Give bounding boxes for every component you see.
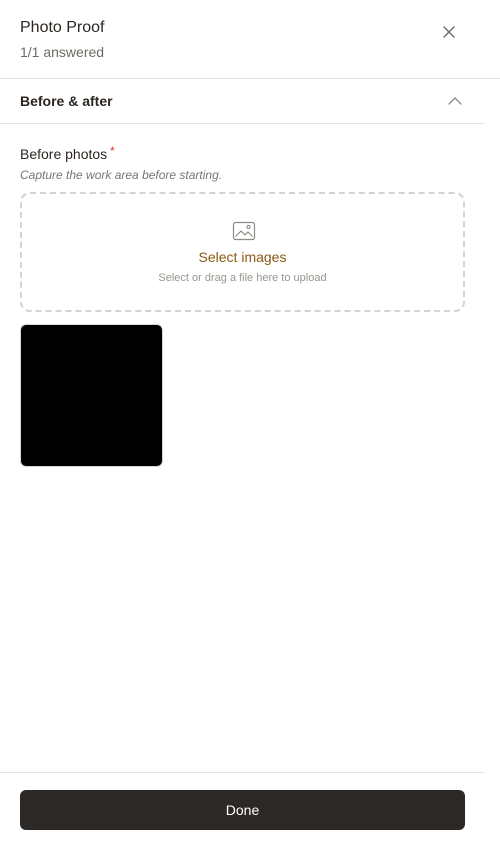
close-icon	[443, 26, 455, 38]
section-before-after[interactable]: Before & after	[0, 79, 485, 124]
required-indicator: *	[110, 144, 115, 158]
panel-title: Photo Proof	[20, 19, 105, 36]
section-title: Before & after	[20, 93, 113, 109]
panel-header: Photo Proof 1/1 answered	[0, 0, 500, 79]
upload-hint: Select or drag a file here to upload	[158, 272, 327, 284]
field-help-text: Capture the work area before starting.	[20, 168, 223, 182]
select-images-link[interactable]: Select images	[22, 249, 463, 265]
answered-count: 1/1 answered	[20, 44, 105, 60]
field-label-text: Before photos	[20, 146, 108, 162]
image-dropzone[interactable]: Select images Select or drag a file here…	[20, 192, 465, 312]
panel-footer: Done	[0, 772, 485, 845]
done-button[interactable]: Done	[20, 790, 465, 830]
image-icon	[232, 221, 256, 241]
close-button[interactable]	[437, 20, 461, 44]
photo-proof-panel: Photo Proof 1/1 answered Before & after …	[0, 0, 500, 845]
chevron-up-icon[interactable]	[446, 92, 464, 110]
field-label: Before photos *	[20, 144, 115, 162]
uploaded-photo-thumbnail[interactable]	[20, 324, 163, 467]
